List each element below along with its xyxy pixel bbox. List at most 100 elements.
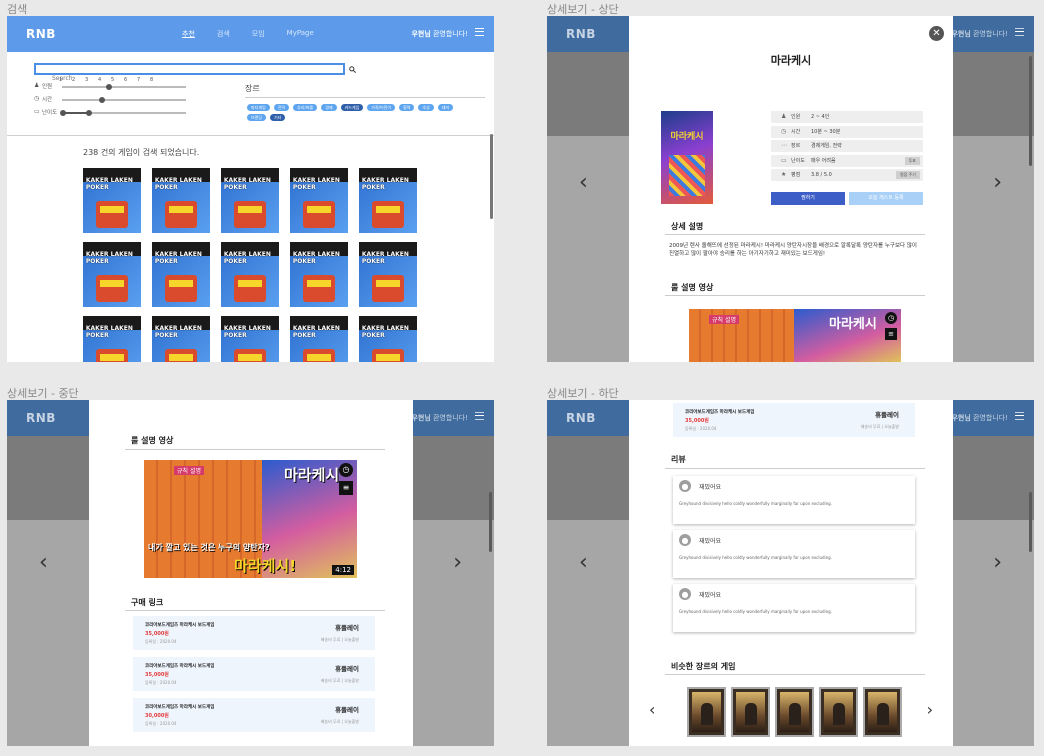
game-card[interactable]: KAKER LAKEN POKER [290,168,348,233]
slider-track[interactable] [62,84,186,90]
guest-register-button[interactable]: 오늘 게스트 등록 [849,192,923,205]
chevron-right-icon[interactable]: › [993,172,1002,194]
video-title: 룰 설명 영상 [671,283,714,292]
playlist-icon[interactable]: ≡ [339,481,353,495]
box-art-figure [95,274,129,302]
genre-tag[interactable]: 카드게임 [340,104,364,111]
buy-item[interactable]: 코리아보드게임즈 마라케시 보드게임 30,000원 등록일 : 2020.04 휴플… [133,698,375,732]
buy-item-name[interactable]: 코리아보드게임즈 마라케시 보드게임 [145,622,214,628]
slider-track[interactable] [60,110,186,116]
review-card[interactable]: ● 재밌어요 Greyhound divisively hello coldly w… [673,530,915,578]
similar-game-card[interactable] [819,687,858,737]
buy-item-store: 휴플레이 [335,665,359,673]
buy-item[interactable]: 코리아보드게임즈 마라케시 보드게임 35,000원 등록일 : 2020.04 휴플… [133,616,375,650]
genre-tag[interactable]: 기타 [270,114,286,121]
genre-tag[interactable]: 테마 [437,104,454,111]
game-card[interactable]: KAKER LAKEN POKER [83,168,141,233]
chevron-right-icon[interactable]: › [993,552,1002,574]
greeting-name: 우현님 [951,414,971,422]
similar-next-icon[interactable]: › [927,700,933,719]
buy-item-name[interactable]: 코리아보드게임즈 마라케시 보드게임 [145,663,214,669]
hamburger-icon[interactable] [475,28,484,36]
buy-item[interactable]: 코리아보드게임즈 마라케시 보드게임 35,000원 등록일 : 2020.04 휴플… [673,403,915,437]
clock-icon[interactable]: ◷ [339,463,353,477]
game-card[interactable]: KAKER LAKEN POKER [152,168,210,233]
nav-link-recommend[interactable]: 추천 [182,29,195,39]
genre-tag[interactable]: 파티게임 [247,104,270,111]
review-card[interactable]: ● 재밌어요 Greyhound divisively hello coldly w… [673,476,915,524]
genre-divider [245,97,485,98]
info-action-button[interactable]: 투표 [904,156,920,165]
buy-item-name[interactable]: 코리아보드게임즈 마라케시 보드게임 [685,409,754,415]
video-big-title: 마라케시! [234,557,297,575]
nav-link-meeting[interactable]: 모임 [252,29,265,39]
game-card[interactable]: KAKER LAKEN POKER [221,168,279,233]
close-icon[interactable]: ✕ [929,26,944,41]
video-divider [125,449,385,450]
similar-game-card[interactable] [731,687,770,737]
info-key: 난이도 [791,157,805,164]
search-scrollbar[interactable] [490,134,493,219]
detail-mid-screen: RNB 우현님 환영합니다! ‹ › 룰 설명 영상 규칙 설명 마라케시 내가… [7,400,494,746]
game-card[interactable]: KAKER LAKEN POKER [359,242,417,307]
game-card[interactable]: KAKER LAKEN POKER [83,242,141,307]
buy-item[interactable]: 코리아보드게임즈 마라케시 보드게임 35,000원 등록일 : 2020.04 휴플… [133,657,375,691]
game-card[interactable]: KAKER LAKEN POKER [83,316,141,362]
tag-icon: ⋯ [781,142,787,149]
genre-tag[interactable]: 브랜딩 [247,114,267,121]
genre-tag[interactable]: 추리/퍼즐 [293,104,318,111]
genre-tag[interactable]: 가족/어린이 [367,104,396,111]
game-card[interactable]: KAKER LAKEN POKER [290,242,348,307]
video-player[interactable]: 규칙 설명 마라케시 내가 깔고 있는 것은 누구의 양탄자? 마라케시! ◷ … [144,460,357,578]
game-card[interactable]: KAKER LAKEN POKER [359,316,417,362]
box-art-badge [100,279,124,288]
game-card[interactable]: KAKER LAKEN POKER [290,316,348,362]
chevron-left-icon[interactable]: ‹ [579,172,588,194]
nav-link-search[interactable]: 검색 [217,29,230,39]
game-card[interactable]: KAKER LAKEN POKER [152,242,210,307]
slider-knob[interactable] [86,110,93,116]
genre-tag[interactable]: 협력 [399,104,415,111]
chevron-left-icon[interactable]: ‹ [39,552,48,574]
similar-prev-icon[interactable]: ‹ [649,700,655,719]
brand-logo[interactable]: RNB [26,27,56,41]
backdrop-scrollbar[interactable] [1029,492,1032,552]
greeting-text: 환영합니다! [430,30,468,38]
video-thumb-left [689,309,794,362]
game-card[interactable]: KAKER LAKEN POKER [221,316,279,362]
chevron-left-icon[interactable]: ‹ [579,552,588,574]
review-card[interactable]: ● 재밌어요 Greyhound divisively hello coldly w… [673,584,915,632]
magnifier-icon[interactable] [349,66,356,73]
slider-knob[interactable] [106,84,113,90]
playlist-icon[interactable]: ≡ [885,328,897,340]
video-thumbnail[interactable]: 규칙 설명 마라케시 ◷ ≡ [689,309,901,362]
chevron-right-icon[interactable]: › [453,552,462,574]
buy-item-shipping: 배송비 무료 | 오늘출발 [860,424,899,429]
game-card[interactable]: KAKER LAKEN POKER [152,316,210,362]
desc-divider [665,234,925,235]
genre-tag[interactable]: 경제 [321,104,337,111]
clock-icon[interactable]: ◷ [885,312,897,324]
slider-track[interactable] [62,97,186,103]
gauge-icon: ▭ [781,156,787,164]
similar-game-card[interactable] [687,687,726,737]
game-card[interactable]: KAKER LAKEN POKER [221,242,279,307]
like-button[interactable]: 찜하기 [771,192,845,205]
similar-game-card[interactable] [863,687,902,737]
game-card[interactable]: KAKER LAKEN POKER [359,168,417,233]
buy-item-name[interactable]: 코리아보드게임즈 마라케시 보드게임 [145,704,214,710]
genre-tag[interactable]: 추상 [418,104,434,111]
genre-tag[interactable]: 전략 [273,104,290,111]
info-action-button[interactable]: 평점 주기 [896,171,920,179]
detail-top-screen: RNB 우현님 환영합니다! ‹ › 마라케시 ✕ 마라케시 ♟ 인원 2 ~ 4인… [547,16,1034,362]
nav-link-mypage[interactable]: MyPage [287,29,314,39]
info-value: 3.8 / 5.0 [811,172,832,178]
backdrop-scrollbar[interactable] [1029,56,1032,166]
similar-box-figure [789,703,801,725]
buy-item-date: 등록일 : 2020.04 [145,721,177,726]
backdrop-scrollbar[interactable] [489,492,492,552]
game-card-title: KAKER LAKEN POKER [85,177,133,191]
slider-knob[interactable] [98,97,105,103]
similar-game-card[interactable] [775,687,814,737]
slider-knob-min[interactable] [60,110,66,116]
